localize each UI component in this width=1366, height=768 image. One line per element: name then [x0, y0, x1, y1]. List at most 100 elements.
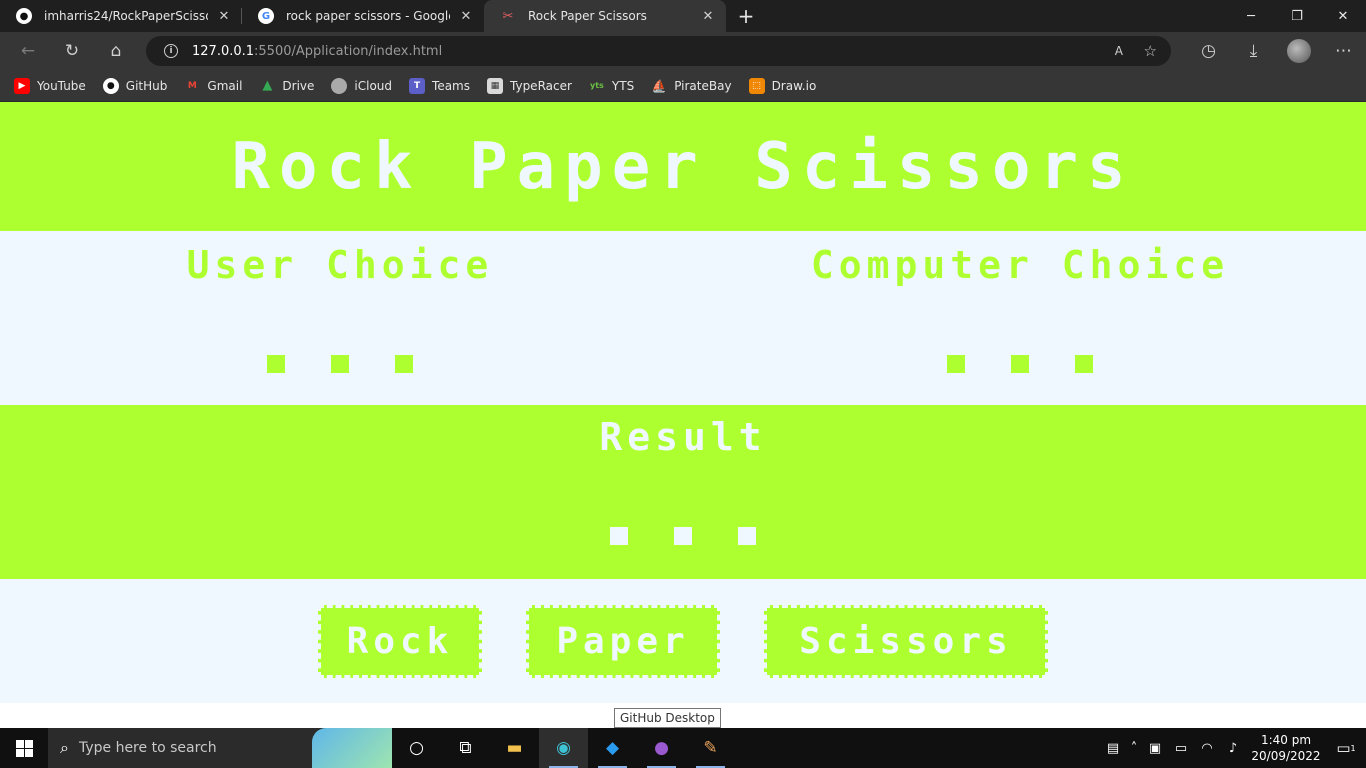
history-icon[interactable]: ◷ [1186, 32, 1231, 70]
bookmark-typeracer[interactable]: ▦ TypeRacer [487, 77, 572, 94]
page-title: Rock Paper Scissors [231, 129, 1135, 204]
bookmark-piratebay[interactable]: ⛵ PirateBay [651, 78, 732, 94]
web-page: Rock Paper Scissors User Choice Computer… [0, 102, 1366, 728]
user-choice-label: User Choice [186, 243, 494, 287]
wifi-icon[interactable]: ◠ [1195, 741, 1219, 756]
minimize-icon[interactable]: ─ [1228, 0, 1274, 32]
drawio-icon: ⬚ [748, 77, 765, 94]
drive-icon: ▲ [262, 78, 273, 93]
apple-icon [331, 77, 348, 94]
start-button[interactable] [0, 728, 48, 768]
clock-time: 1:40 pm [1260, 733, 1312, 747]
bookmark-label: YouTube [37, 78, 86, 93]
address-path: :5500/Application/index.html [254, 43, 443, 59]
windows-icon [15, 739, 33, 757]
bookmark-drive[interactable]: ▲ Drive [259, 78, 314, 94]
bookmark-youtube[interactable]: ▶ YouTube [14, 77, 86, 94]
site-info-icon[interactable]: i [164, 44, 178, 58]
bookmark-github[interactable]: ● GitHub [102, 77, 168, 94]
taskbar-tooltip: GitHub Desktop [614, 708, 721, 728]
search-highlight-image [312, 728, 392, 768]
clock-date: 20/09/2022 [1251, 749, 1321, 763]
paper-button[interactable]: Paper [526, 605, 720, 678]
bookmarks-bar: ▶ YouTube ● GitHub M Gmail ▲ Drive iCloud TT… [0, 70, 1366, 102]
yts-icon: yts [590, 81, 604, 90]
bookmark-label: Teams [432, 78, 470, 93]
meet-icon[interactable]: ▣ [1143, 741, 1167, 756]
battery-icon[interactable]: ▭ [1169, 741, 1193, 756]
close-tab-icon[interactable]: ✕ [700, 9, 716, 24]
search-placeholder: Type here to search [78, 740, 217, 756]
task-view-icon[interactable]: ⧉ [441, 728, 490, 768]
paint-icon[interactable]: ✎ [686, 728, 735, 768]
profile-button[interactable] [1276, 32, 1321, 70]
address-host: 127.0.0.1 [192, 43, 255, 59]
ship-icon: ⛵ [651, 78, 667, 93]
bookmark-label: YTS [611, 78, 635, 93]
bookmark-yts[interactable]: yts YTS [589, 78, 634, 94]
tab-title: rock paper scissors - Google Sea [286, 9, 450, 23]
user-choice-placeholder [130, 355, 550, 373]
computer-choice-label: Computer Choice [810, 243, 1230, 287]
close-window-icon[interactable]: ✕ [1320, 0, 1366, 32]
rock-button[interactable]: Rock [318, 605, 482, 678]
result-label: Result [599, 415, 767, 459]
vscode-icon[interactable]: ◆ [588, 728, 637, 768]
bookmark-drawio[interactable]: ⬚ Draw.io [748, 77, 816, 94]
window-controls: ─ ❐ ✕ [1228, 0, 1366, 32]
cortana-icon[interactable]: ○ [392, 728, 441, 768]
more-menu-icon[interactable]: ⋯ [1321, 32, 1366, 70]
edge-icon[interactable]: ◉ [539, 728, 588, 768]
bookmark-label: GitHub [125, 78, 168, 93]
volume-icon[interactable]: ♪ [1221, 741, 1245, 756]
google-icon: G [258, 8, 274, 24]
file-explorer-icon[interactable]: ▬ [490, 728, 539, 768]
bookmark-label: iCloud [354, 78, 393, 93]
home-icon[interactable]: ⌂ [94, 32, 138, 70]
bookmark-gmail[interactable]: M Gmail [184, 78, 243, 94]
bookmark-label: PirateBay [674, 78, 732, 93]
tab-rock-paper-scissors[interactable]: ✂ Rock Paper Scissors ✕ [484, 0, 726, 32]
scissors-button[interactable]: Scissors [764, 605, 1048, 678]
result-panel: Result [0, 405, 1366, 579]
back-icon[interactable]: ← [6, 32, 50, 70]
github-desktop-icon[interactable]: ● [637, 728, 686, 768]
github-icon: ● [16, 8, 32, 24]
tab-title: Rock Paper Scissors [528, 9, 647, 23]
restore-icon[interactable]: ❐ [1274, 0, 1320, 32]
news-icon[interactable]: ▤ [1101, 741, 1125, 756]
system-tray: ▤ ˄ ▣ ▭ ◠ ♪ 1:40 pm 20/09/2022 ▭ 1 [1100, 728, 1366, 768]
add-favorite-icon[interactable]: ☆ [1144, 42, 1157, 60]
choices-panel: User Choice Computer Choice [0, 231, 1366, 405]
github-icon: ● [102, 77, 119, 94]
scissors-icon: ✂ [502, 8, 514, 24]
tab-github-repo[interactable]: ● imharris24/RockPaperScissors-JS ✕ [0, 0, 242, 32]
windows-taskbar: ⌕ Type here to search ○ ⧉ ▬ ◉ ◆ ● ✎ ▤ ˄ … [0, 728, 1366, 768]
close-tab-icon[interactable]: ✕ [458, 9, 474, 24]
teams-icon: T [409, 77, 426, 94]
new-tab-button[interactable]: + [730, 0, 762, 32]
result-placeholder [0, 527, 1366, 545]
browser-tab-bar: ● imharris24/RockPaperScissors-JS ✕ G ro… [0, 0, 1366, 32]
tab-title: imharris24/RockPaperScissors-JS [44, 9, 208, 23]
computer-choice-column: Computer Choice [780, 243, 1260, 373]
computer-choice-placeholder [780, 355, 1260, 373]
hidden-icons-chevron-icon[interactable]: ˄ [1127, 741, 1141, 756]
gmail-icon: M [187, 80, 197, 91]
notification-count: 1 [1350, 743, 1356, 753]
bookmark-label: Drive [282, 78, 315, 93]
bookmark-label: Gmail [207, 78, 243, 93]
taskbar-search[interactable]: ⌕ Type here to search [48, 728, 392, 768]
tab-google-search[interactable]: G rock paper scissors - Google Sea ✕ [242, 0, 484, 32]
read-aloud-icon[interactable]: A [1115, 44, 1123, 58]
address-bar[interactable]: i 127.0.0.1:5500/Application/index.html … [146, 36, 1171, 66]
system-clock[interactable]: 1:40 pm 20/09/2022 [1246, 732, 1326, 764]
notification-icon[interactable]: ▭ 1 [1326, 739, 1366, 757]
bookmark-label: TypeRacer [510, 78, 572, 93]
search-icon: ⌕ [60, 738, 69, 757]
bookmark-teams[interactable]: T Teams [409, 77, 470, 94]
bookmark-icloud[interactable]: iCloud [331, 77, 393, 94]
close-tab-icon[interactable]: ✕ [216, 9, 232, 24]
refresh-icon[interactable]: ↻ [50, 32, 94, 70]
download-icon[interactable]: ⤓ [1231, 32, 1276, 70]
